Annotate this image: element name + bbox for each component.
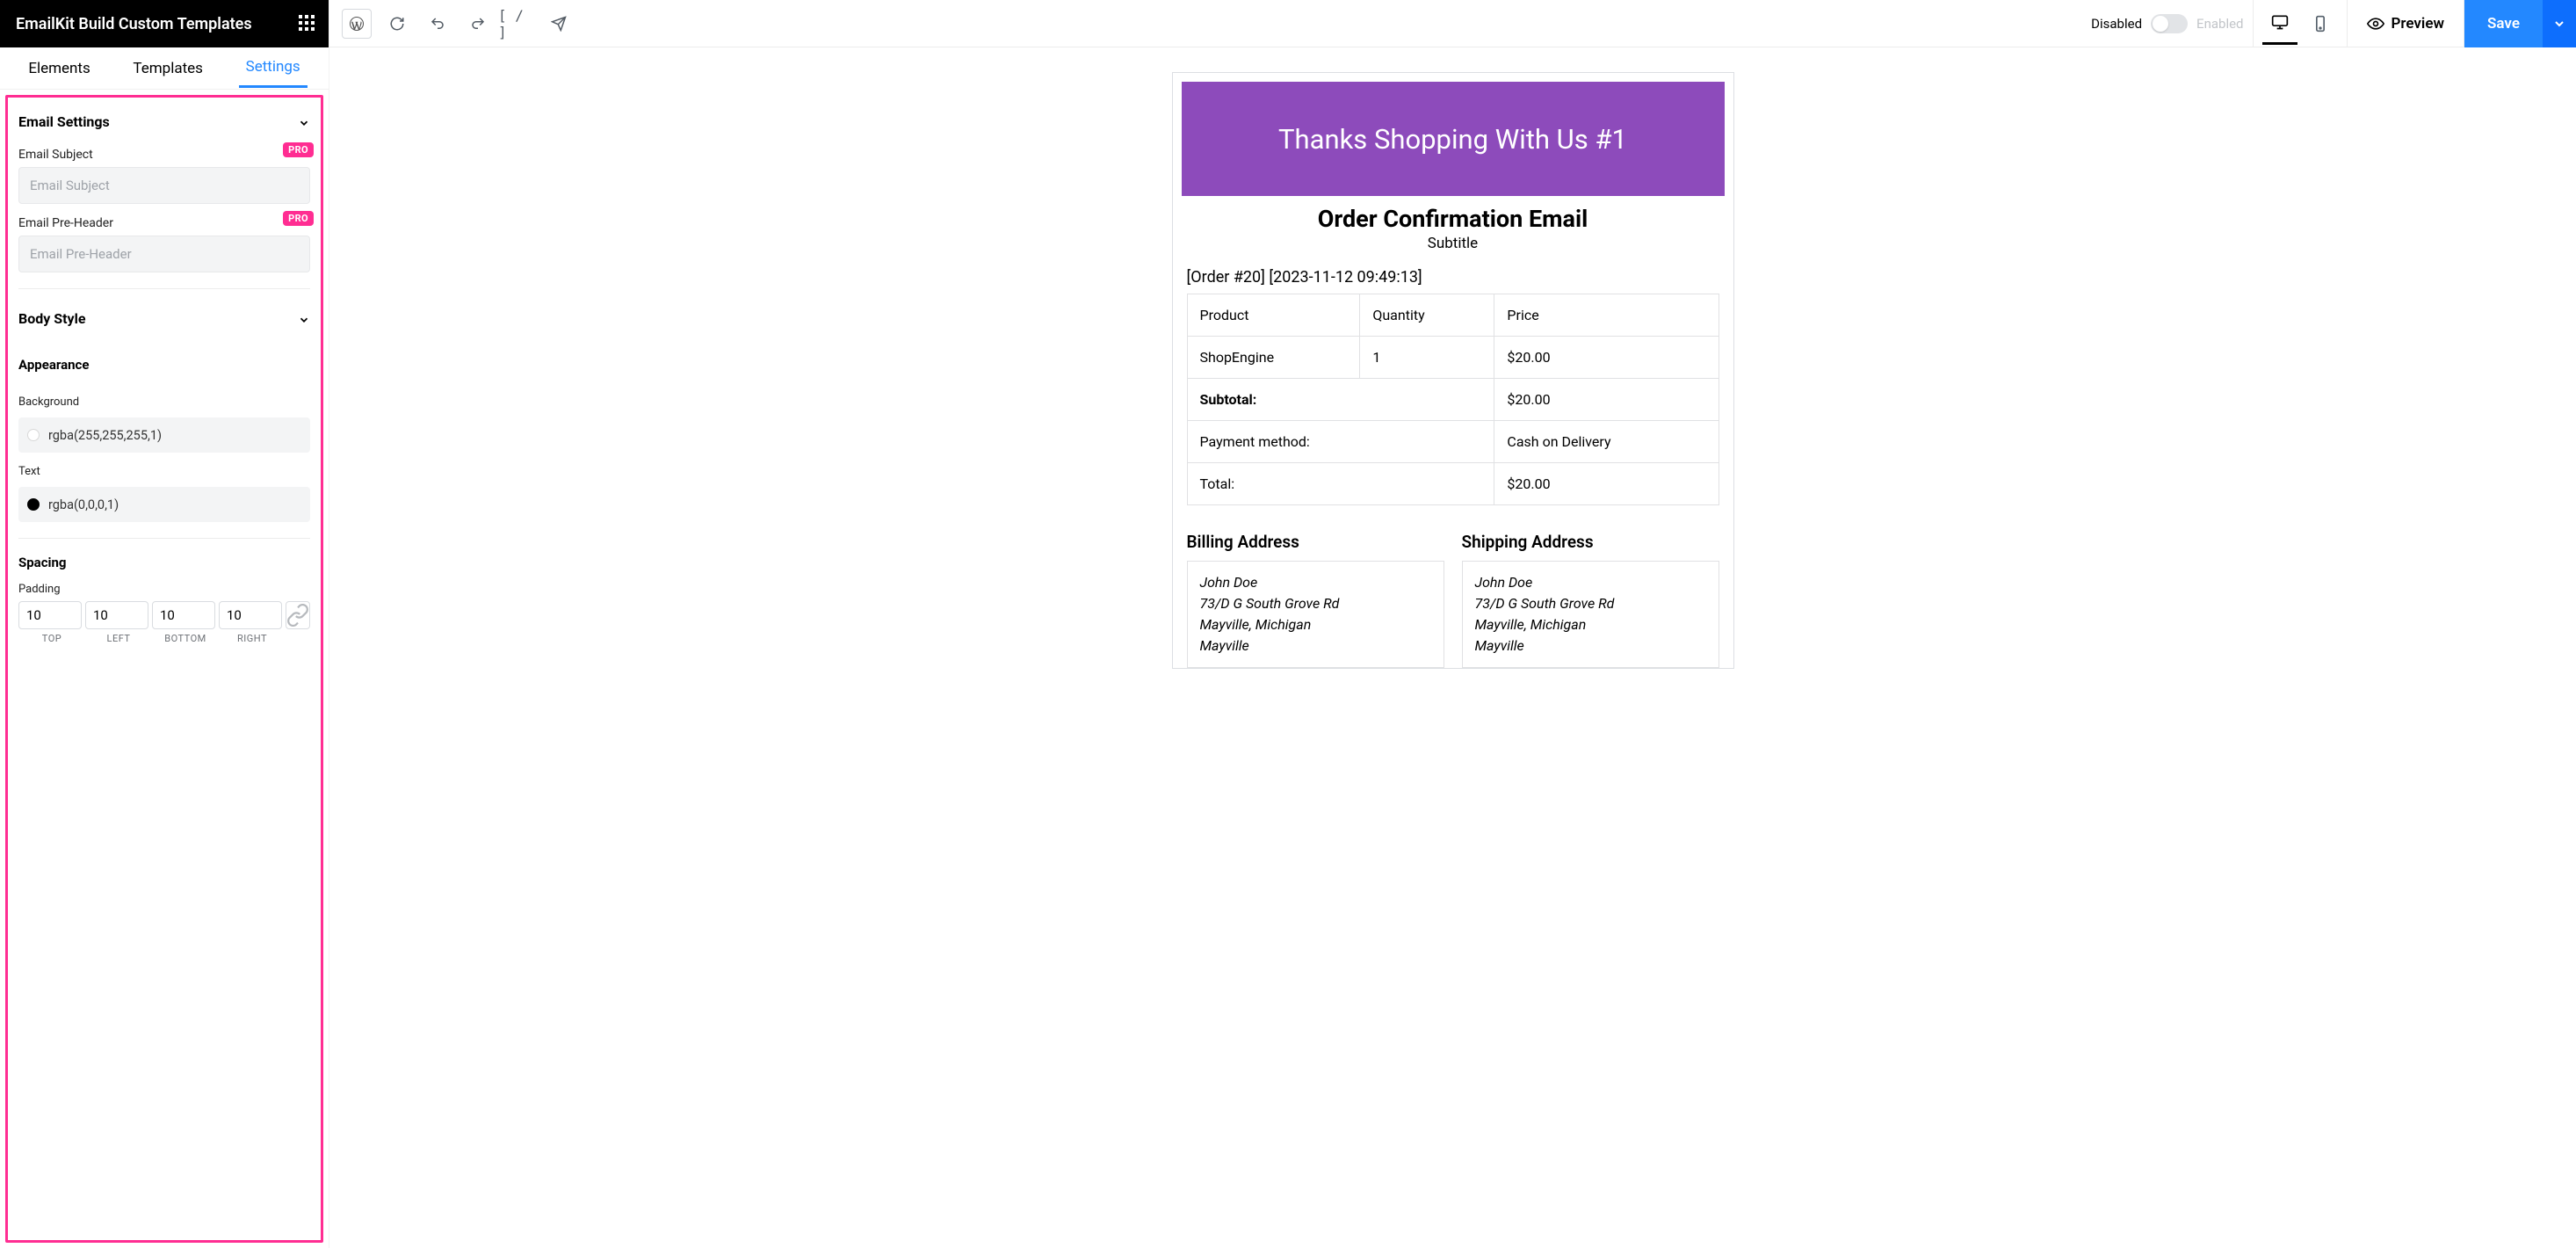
color-value: rgba(255,255,255,1) — [48, 428, 162, 443]
table-row: Payment method: Cash on Delivery — [1187, 421, 1719, 463]
padding-left-input[interactable] — [85, 601, 148, 629]
billing-address: Billing Address John Doe 73/D G South Gr… — [1187, 532, 1444, 668]
chevron-down-icon — [298, 116, 310, 128]
chevron-down-icon — [298, 313, 310, 325]
toggle-disabled-label: Disabled — [2091, 16, 2142, 32]
padding-label-top: TOP — [18, 633, 85, 644]
settings-content: Email Settings Email Subject PRO Email P… — [5, 95, 323, 1243]
order-table: Product Quantity Price ShopEngine 1 $20.… — [1187, 294, 1719, 505]
table-row: Subtotal: $20.00 — [1187, 379, 1719, 421]
pro-badge: PRO — [283, 211, 314, 226]
padding-label-right: RIGHT — [219, 633, 286, 644]
order-line: [Order #20] [2023-11-12 09:49:13] — [1187, 268, 1719, 287]
padding-label-bottom: BOTTOM — [152, 633, 219, 644]
hero-text: Thanks Shopping With Us #1 — [1278, 123, 1627, 156]
tab-settings[interactable]: Settings — [239, 48, 308, 88]
th-product: Product — [1187, 294, 1360, 337]
spacing-heading: Spacing — [18, 555, 310, 570]
shipping-address: Shipping Address John Doe 73/D G South G… — [1462, 532, 1719, 668]
email-preheader-input[interactable] — [18, 236, 310, 272]
undo-icon[interactable] — [417, 0, 458, 47]
label-padding: Padding — [18, 583, 310, 596]
link-padding-icon[interactable] — [286, 601, 310, 629]
preview-button[interactable]: Preview — [2348, 0, 2465, 47]
email-title: Order Confirmation Email — [1173, 205, 1733, 233]
table-row: ShopEngine 1 $20.00 — [1187, 337, 1719, 379]
padding-bottom-input[interactable] — [152, 601, 215, 629]
table-row: Product Quantity Price — [1187, 294, 1719, 337]
th-price: Price — [1494, 294, 1719, 337]
padding-label-left: LEFT — [85, 633, 152, 644]
email-hero[interactable]: Thanks Shopping With Us #1 — [1182, 82, 1725, 196]
section-title: Email Settings — [18, 113, 110, 130]
shortcode-button[interactable]: [ / ] — [498, 0, 539, 47]
pro-badge: PRO — [283, 142, 314, 157]
send-icon[interactable] — [539, 0, 579, 47]
save-dropdown-icon[interactable] — [2543, 0, 2576, 47]
toggle-enabled-label: Enabled — [2196, 16, 2243, 32]
label-background: Background — [18, 395, 310, 409]
enable-toggle[interactable] — [2151, 14, 2188, 33]
wordpress-icon[interactable] — [336, 0, 377, 47]
section-title: Body Style — [18, 310, 85, 327]
canvas[interactable]: Thanks Shopping With Us #1 Order Confirm… — [329, 47, 2576, 1248]
section-email-settings[interactable]: Email Settings — [18, 108, 310, 135]
refresh-icon[interactable] — [377, 0, 417, 47]
apps-icon[interactable] — [299, 15, 316, 33]
field-email-subject: Email Subject PRO — [18, 148, 310, 204]
email-subtitle: Subtitle — [1173, 235, 1733, 252]
device-desktop-icon[interactable] — [2262, 3, 2297, 45]
preview-label: Preview — [2391, 15, 2445, 33]
save-button[interactable]: Save — [2464, 0, 2543, 47]
table-row: Total: $20.00 — [1187, 463, 1719, 505]
th-quantity: Quantity — [1360, 294, 1494, 337]
brand-title: EmailKit Build Custom Templates — [16, 15, 252, 33]
label: Email Subject — [18, 148, 310, 162]
label: Email Pre-Header — [18, 216, 310, 230]
padding-right-input[interactable] — [219, 601, 282, 629]
tab-elements[interactable]: Elements — [21, 50, 97, 87]
label-text: Text — [18, 465, 310, 478]
color-value: rgba(0,0,0,1) — [48, 497, 119, 512]
field-email-preheader: Email Pre-Header PRO — [18, 216, 310, 272]
email-subject-input[interactable] — [18, 167, 310, 204]
divider — [18, 288, 310, 289]
redo-icon[interactable] — [458, 0, 498, 47]
background-color-picker[interactable]: rgba(255,255,255,1) — [18, 417, 310, 453]
color-swatch-icon — [27, 498, 40, 511]
email-preview[interactable]: Thanks Shopping With Us #1 Order Confirm… — [1172, 72, 1734, 669]
tab-templates[interactable]: Templates — [126, 50, 210, 87]
padding-top-input[interactable] — [18, 601, 82, 629]
appearance-heading: Appearance — [18, 357, 310, 373]
device-mobile-icon[interactable] — [2303, 3, 2338, 45]
section-body-style[interactable]: Body Style — [18, 305, 310, 332]
divider — [18, 538, 310, 539]
top-toolbar: [ / ] Disabled Enabled Preview Save — [329, 0, 2576, 47]
eye-icon — [2367, 15, 2384, 33]
text-color-picker[interactable]: rgba(0,0,0,1) — [18, 487, 310, 522]
color-swatch-icon — [27, 429, 40, 441]
